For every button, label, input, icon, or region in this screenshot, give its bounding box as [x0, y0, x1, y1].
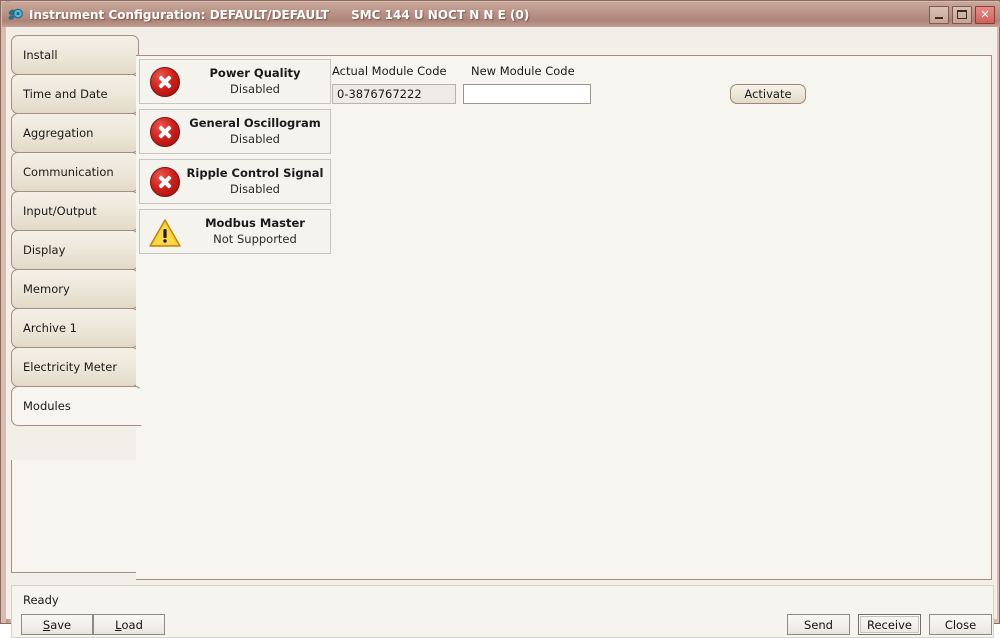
tab-label: Electricity Meter [23, 360, 118, 374]
actual-module-code-label: Actual Module Code [332, 64, 447, 78]
status-text: Ready [23, 593, 59, 607]
maximize-icon [957, 9, 967, 19]
tab-time-and-date[interactable]: Time and Date [11, 74, 139, 114]
module-text: General Oscillogram Disabled [186, 116, 330, 147]
save-accel-letter: S [42, 617, 51, 632]
tab-label: Modules [23, 399, 71, 413]
save-button[interactable]: Save [21, 614, 93, 635]
activate-button[interactable]: Activate [730, 84, 806, 104]
tab-modules[interactable]: Modules [11, 386, 142, 426]
window-subtitle: SMC 144 U NOCT N N E (0) [351, 7, 530, 22]
tab-display[interactable]: Display [11, 230, 139, 270]
application-window: Instrument Configuration: DEFAULT/DEFAUL… [0, 0, 1000, 638]
tab-label: Time and Date [23, 87, 108, 101]
close-dialog-button[interactable]: Close [929, 614, 992, 635]
tab-strip: Install Time and Date Aggregation Commun… [11, 35, 142, 560]
module-text: Power Quality Disabled [186, 66, 330, 97]
error-icon [148, 165, 182, 199]
module-status: Disabled [230, 181, 280, 196]
module-name: Modbus Master [205, 215, 305, 230]
list-item[interactable]: General Oscillogram Disabled [139, 109, 331, 154]
list-item[interactable]: Power Quality Disabled [139, 59, 331, 104]
instrument-app-icon [6, 6, 24, 24]
tab-label: Display [23, 243, 66, 257]
client-area: Install Time and Date Aggregation Commun… [6, 27, 997, 638]
error-icon [148, 65, 182, 99]
module-status: Not Supported [213, 231, 297, 246]
load-label-rest: oad [121, 617, 143, 632]
module-text: Ripple Control Signal Disabled [186, 166, 330, 197]
tab-communication[interactable]: Communication [11, 152, 139, 192]
warning-icon [148, 218, 182, 248]
tab-label: Communication [23, 165, 114, 179]
send-button[interactable]: Send [787, 614, 850, 635]
module-status: Disabled [230, 131, 280, 146]
list-item[interactable]: Ripple Control Signal Disabled [139, 159, 331, 204]
tab-label: Archive 1 [23, 321, 78, 335]
module-text: Modbus Master Not Supported [186, 216, 330, 247]
new-module-code-label: New Module Code [471, 64, 575, 78]
tab-label: Aggregation [23, 126, 94, 140]
tab-label: Memory [23, 282, 70, 296]
list-item[interactable]: Modbus Master Not Supported [139, 209, 331, 254]
module-list: Power Quality Disabled General Oscillogr… [139, 59, 331, 259]
receive-button[interactable]: Receive [858, 614, 921, 635]
module-name: Ripple Control Signal [186, 165, 324, 180]
tab-electricity-meter[interactable]: Electricity Meter [11, 347, 139, 387]
minimize-button[interactable] [929, 5, 949, 24]
module-code-form: Actual Module Code New Module Code Activ… [332, 60, 852, 110]
close-icon: ✕ [980, 8, 990, 21]
tab-memory[interactable]: Memory [11, 269, 139, 309]
maximize-button[interactable] [952, 5, 972, 24]
window-title: Instrument Configuration: DEFAULT/DEFAUL… [29, 7, 330, 22]
actual-module-code-input[interactable] [332, 84, 456, 104]
save-label-rest: ave [50, 617, 72, 632]
new-module-code-input[interactable] [463, 84, 591, 104]
load-button[interactable]: Load [93, 614, 165, 635]
minimize-icon [935, 16, 943, 19]
module-name: Power Quality [209, 65, 301, 80]
tab-aggregation[interactable]: Aggregation [11, 113, 139, 153]
bottom-panel: Ready Save Load Send Receive Close [11, 585, 994, 638]
close-button[interactable]: ✕ [975, 5, 995, 24]
error-icon [148, 115, 182, 149]
tab-label: Input/Output [23, 204, 97, 218]
tab-install[interactable]: Install [11, 35, 139, 75]
module-name: General Oscillogram [189, 115, 321, 130]
tab-input-output[interactable]: Input/Output [11, 191, 139, 231]
modules-tab-page: Power Quality Disabled General Oscillogr… [136, 55, 992, 580]
module-status: Disabled [230, 81, 280, 96]
tab-label: Install [23, 48, 58, 62]
tab-archive-1[interactable]: Archive 1 [11, 308, 139, 348]
title-bar[interactable]: Instrument Configuration: DEFAULT/DEFAUL… [2, 2, 1000, 27]
